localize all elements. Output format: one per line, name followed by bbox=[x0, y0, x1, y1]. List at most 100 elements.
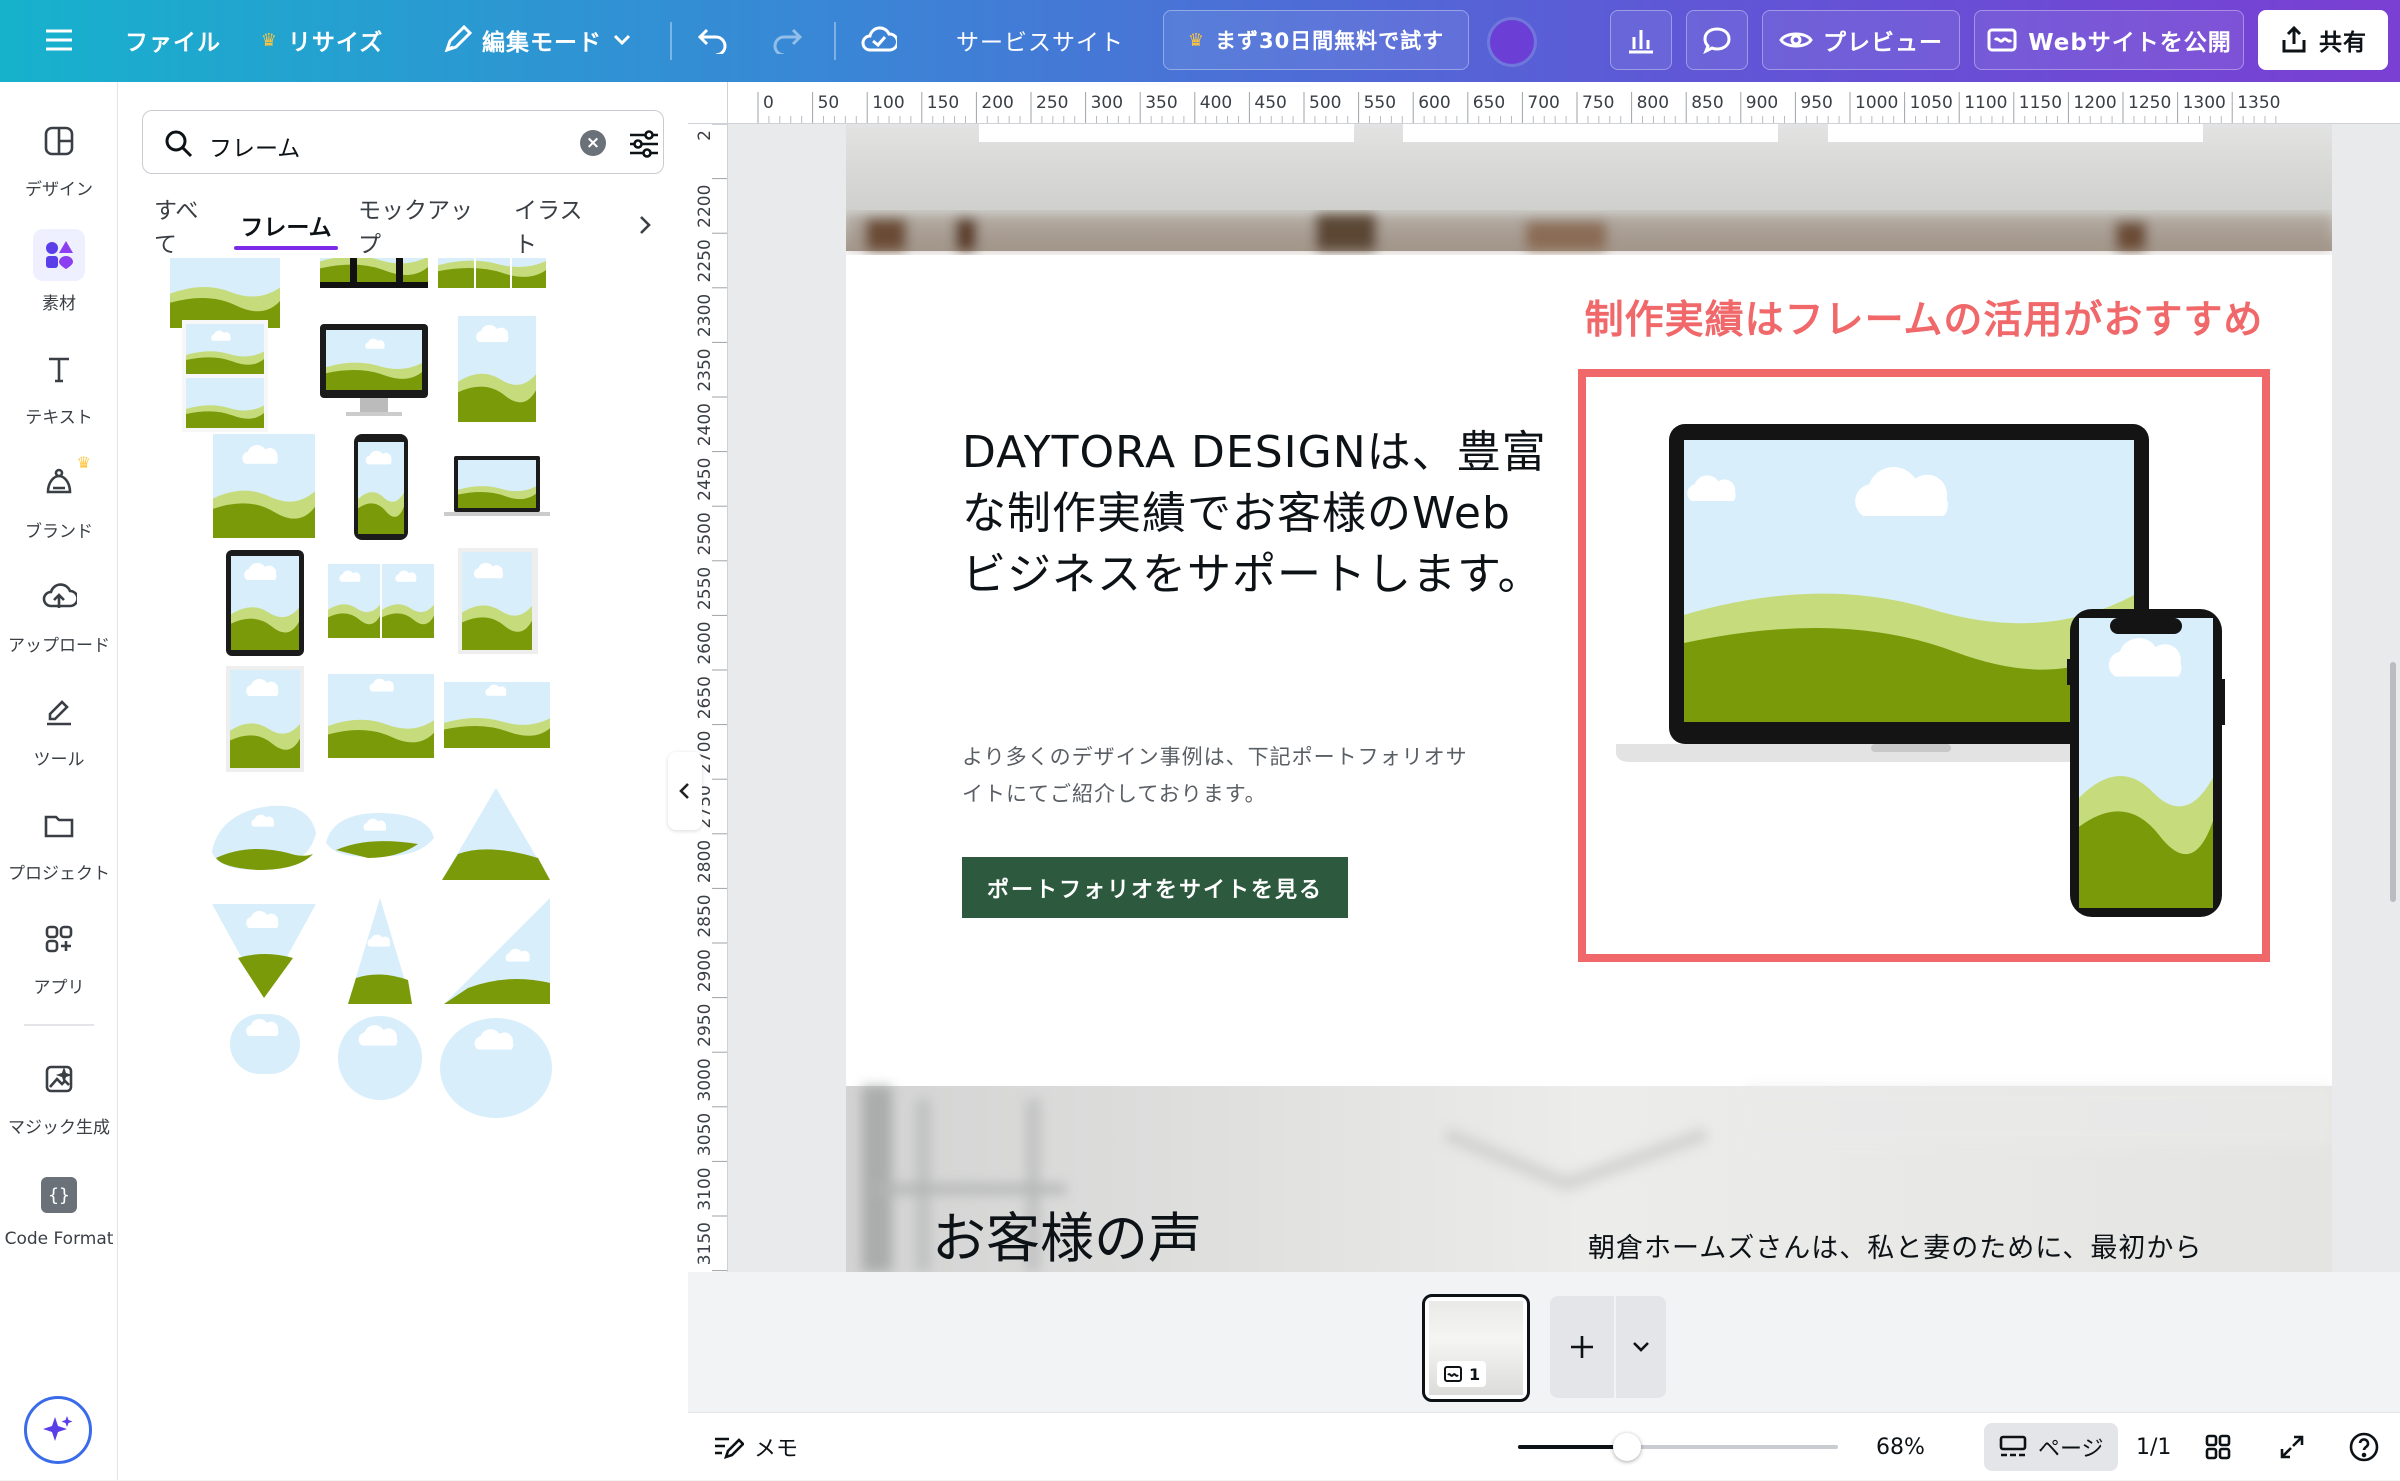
testimonial-text[interactable]: 朝倉ホームズさんは、私と妻のために、最初から bbox=[1588, 1226, 2202, 1265]
rail-item-design[interactable]: デザイン bbox=[0, 102, 118, 212]
magic-assistant-button[interactable] bbox=[24, 1396, 92, 1464]
frame-tile[interactable] bbox=[444, 456, 550, 516]
trial-button[interactable]: ♛ まず30日間無料で試す bbox=[1163, 10, 1469, 70]
frame-tile[interactable] bbox=[444, 898, 550, 1004]
ruler-label: 250 bbox=[1036, 93, 1068, 113]
collapse-panel-button[interactable] bbox=[668, 752, 702, 830]
comment-button[interactable] bbox=[1686, 10, 1748, 70]
share-button[interactable]: 共有 bbox=[2258, 10, 2388, 70]
add-page-options-button[interactable] bbox=[1616, 1296, 1666, 1398]
phone-mockup-frame[interactable] bbox=[2067, 609, 2225, 917]
edit-mode-label: 編集モード bbox=[482, 30, 602, 56]
rail-item-brand[interactable]: ♛ ブランド bbox=[0, 444, 118, 554]
rail-item-projects[interactable]: プロジェクト bbox=[0, 786, 118, 896]
frame-tile[interactable] bbox=[438, 258, 546, 288]
zoom-slider[interactable] bbox=[1518, 1433, 1838, 1461]
page-view-button[interactable]: ページ bbox=[1984, 1423, 2118, 1471]
edit-mode-dropdown[interactable]: 編集モード bbox=[432, 10, 642, 70]
frame-tile[interactable] bbox=[230, 1014, 300, 1074]
ruler-label: 350 bbox=[1145, 93, 1177, 113]
frame-tile[interactable] bbox=[326, 813, 434, 858]
publish-website-button[interactable]: Webサイトを公開 bbox=[1974, 10, 2244, 70]
frame-tile[interactable] bbox=[226, 666, 304, 772]
filter-icon[interactable] bbox=[627, 127, 661, 161]
help-button[interactable] bbox=[2348, 1413, 2380, 1481]
notes-button[interactable]: メモ bbox=[712, 1413, 798, 1481]
divider bbox=[834, 22, 836, 60]
frame-tile[interactable] bbox=[170, 258, 280, 328]
frame-tile[interactable] bbox=[458, 316, 536, 422]
frame-tile[interactable] bbox=[458, 548, 538, 654]
add-page-button[interactable] bbox=[1550, 1296, 1614, 1398]
frame-tile[interactable] bbox=[442, 788, 550, 880]
insights-button[interactable] bbox=[1610, 10, 1672, 70]
frame-tile[interactable] bbox=[320, 324, 428, 416]
frame-tile[interactable] bbox=[213, 434, 315, 538]
rail-label: ツール bbox=[33, 749, 85, 770]
ruler-label: 2250 bbox=[695, 239, 715, 282]
hero-background-photo bbox=[846, 124, 2332, 251]
pencil-icon bbox=[444, 25, 472, 53]
tab-label: モックアップ bbox=[358, 198, 473, 258]
undo-button[interactable] bbox=[690, 10, 736, 70]
tab-all[interactable]: すべて bbox=[154, 198, 218, 258]
annotation-callout[interactable]: 制作実績はフレームの活用がおすすめ bbox=[1554, 289, 2294, 345]
design-page[interactable]: 制作実績はフレームの活用がおすすめ DAYTORA DESIGNは、豊富 な制作… bbox=[846, 124, 2332, 1272]
rail-item-apps[interactable]: アプリ bbox=[0, 900, 118, 1010]
file-menu[interactable]: ファイル bbox=[118, 10, 228, 70]
redo-button[interactable] bbox=[764, 10, 810, 70]
zoom-slider-handle[interactable] bbox=[1612, 1433, 1641, 1461]
page-thumbnail[interactable]: 1 bbox=[1422, 1294, 1530, 1402]
ruler-label: 1000 bbox=[1855, 93, 1898, 113]
frame-tile[interactable] bbox=[226, 550, 304, 656]
zoom-value[interactable]: 68% bbox=[1876, 1413, 1925, 1481]
preview-button[interactable]: プレビュー bbox=[1762, 10, 1960, 70]
search-input[interactable]: フレーム × bbox=[142, 110, 664, 174]
sparkle-icon bbox=[43, 1416, 73, 1441]
frame-tile[interactable] bbox=[212, 805, 316, 870]
tab-illustrations[interactable]: イラスト bbox=[514, 198, 604, 258]
page-counter[interactable]: 1/1 bbox=[2136, 1413, 2171, 1481]
rail-item-upload[interactable]: アップロード bbox=[0, 558, 118, 668]
ruler-label: 3150 bbox=[695, 1222, 715, 1265]
section-body-text[interactable]: より多くのデザイン事例は、下記ポートフォリオサ イトにてご紹介しております。 bbox=[962, 739, 1522, 813]
project-title[interactable]: サービスサイト bbox=[950, 10, 1130, 70]
frame-tile[interactable] bbox=[338, 1016, 422, 1100]
share-icon bbox=[2282, 25, 2306, 53]
tab-mockups[interactable]: モックアップ bbox=[358, 198, 492, 258]
save-status-button[interactable] bbox=[854, 10, 904, 70]
tab-frames[interactable]: フレーム bbox=[234, 200, 338, 250]
section-heading[interactable]: DAYTORA DESIGNは、豊富 な制作実績でお客様のWeb ビジネスをサポ… bbox=[962, 422, 1562, 605]
avatar[interactable] bbox=[1490, 20, 1534, 64]
frame-tile[interactable] bbox=[354, 434, 408, 540]
frame-tile[interactable] bbox=[328, 564, 434, 638]
rail-item-text[interactable]: テキスト bbox=[0, 330, 118, 440]
fullscreen-button[interactable] bbox=[2278, 1413, 2306, 1481]
testimonial-title[interactable]: お客様の声 bbox=[932, 1194, 1202, 1272]
chevron-down-icon bbox=[1633, 1342, 1649, 1352]
resize-button[interactable]: ♛ リサイズ bbox=[258, 10, 386, 70]
menu-button[interactable] bbox=[38, 10, 80, 70]
ruler-label: 2600 bbox=[695, 621, 715, 664]
trial-label: まず30日間無料で試す bbox=[1214, 29, 1445, 53]
ruler-label: 650 bbox=[1473, 93, 1505, 113]
rail-item-code-format[interactable]: {} Code Format bbox=[0, 1154, 118, 1264]
portfolio-cta-button[interactable]: ポートフォリオをサイトを見る bbox=[962, 857, 1348, 918]
expand-icon bbox=[2280, 1435, 2304, 1459]
clear-search-button[interactable]: × bbox=[580, 130, 606, 156]
grid-view-button[interactable] bbox=[2204, 1413, 2232, 1481]
rail-item-magic-media[interactable]: マジック生成 bbox=[0, 1040, 118, 1150]
frame-tile[interactable] bbox=[320, 258, 428, 288]
rail-item-tools[interactable]: ツール bbox=[0, 672, 118, 782]
frame-tile[interactable] bbox=[212, 904, 316, 998]
frame-tile[interactable] bbox=[182, 320, 268, 432]
tabs-next-button[interactable] bbox=[630, 200, 660, 250]
vertical-scrollbar[interactable] bbox=[2390, 662, 2396, 902]
frame-tile[interactable] bbox=[348, 898, 412, 1004]
rail-item-elements[interactable]: 素材 bbox=[0, 216, 118, 326]
frame-tile[interactable] bbox=[444, 682, 550, 748]
undo-icon bbox=[697, 28, 727, 54]
frame-tile[interactable] bbox=[328, 674, 434, 758]
crown-icon: ♛ bbox=[1187, 29, 1205, 51]
frame-tile[interactable] bbox=[440, 1018, 552, 1118]
